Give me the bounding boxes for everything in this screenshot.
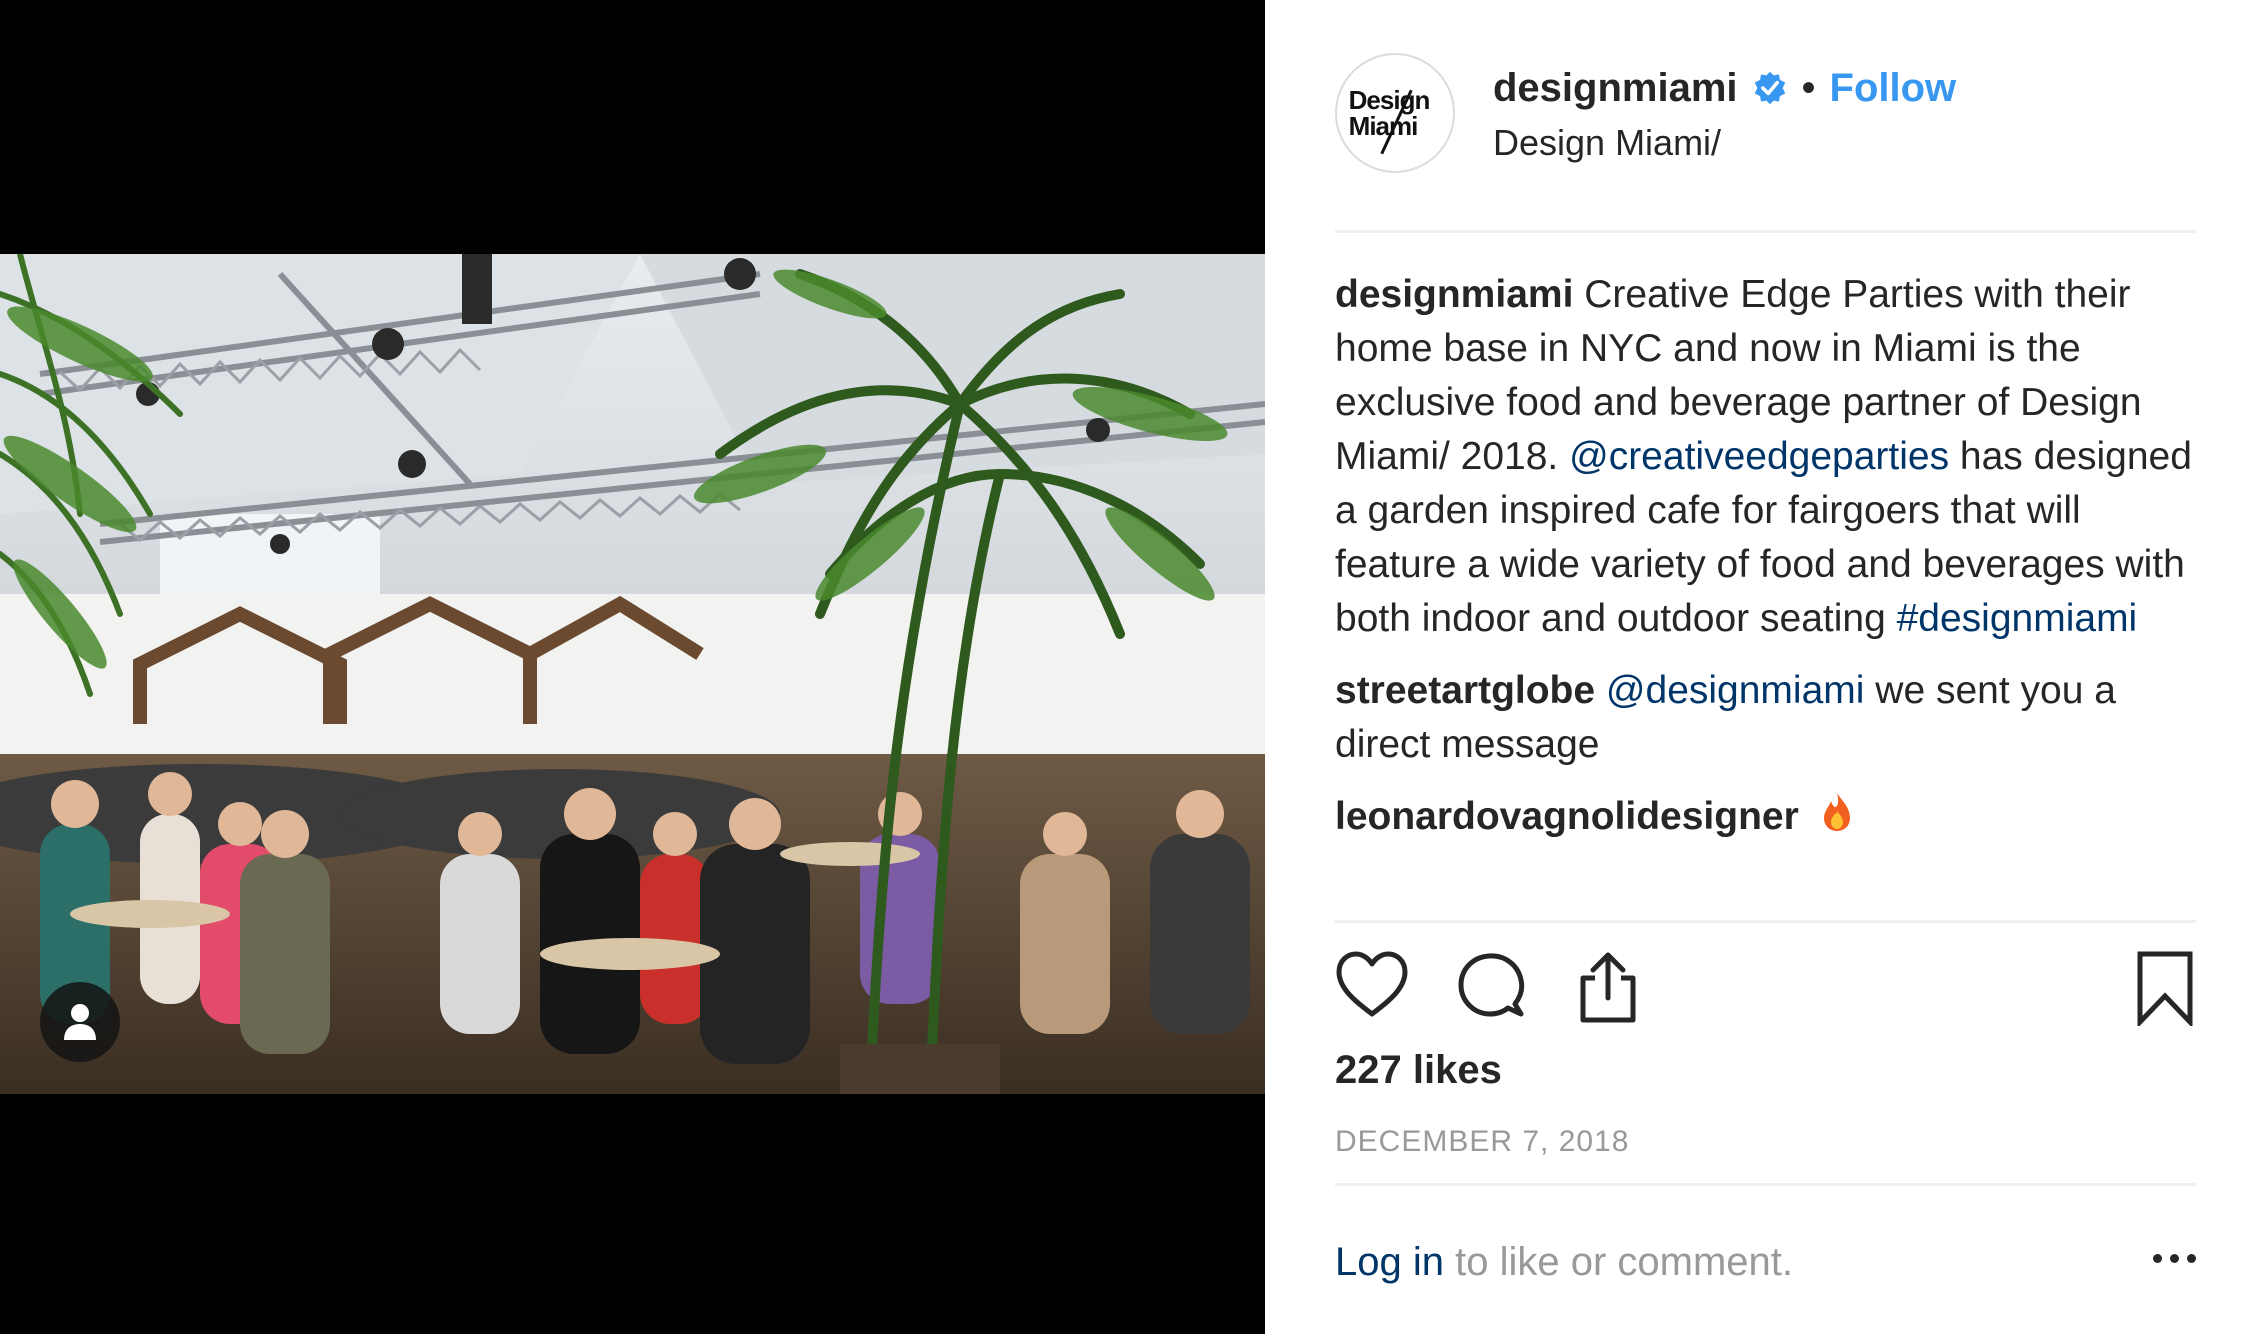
comments-divider <box>1335 920 2196 923</box>
comment-item: leonardovagnolidesigner <box>1335 790 2196 844</box>
login-prompt: Log in to like or comment. <box>1335 1240 2196 1285</box>
post-photo[interactable] <box>0 254 1265 1094</box>
likes-count[interactable]: 227 likes <box>1335 1048 1502 1093</box>
header-separator: • <box>1801 66 1816 110</box>
caption-mention[interactable]: @creativeedgeparties <box>1569 435 1949 478</box>
person-icon <box>64 1004 96 1040</box>
heart-icon <box>1336 951 1408 1017</box>
post-photo-illustration <box>0 254 1265 1094</box>
media-pane <box>0 0 1265 1334</box>
user-tag-button[interactable] <box>40 982 120 1062</box>
comment-icon <box>1458 953 1525 1017</box>
like-button[interactable] <box>1335 950 1409 1025</box>
user-row: designmiami • Follow <box>1493 62 1956 114</box>
caption-username[interactable]: designmiami <box>1335 273 1573 316</box>
avatar[interactable]: Design Miami <box>1335 53 1455 173</box>
save-button[interactable] <box>2134 950 2196 1031</box>
post-date[interactable]: DECEMBER 7, 2018 <box>1335 1125 1629 1159</box>
header-divider <box>1335 230 2196 233</box>
login-link[interactable]: Log in <box>1335 1240 1444 1284</box>
comment-item: streetartglobe @designmiami we sent you … <box>1335 664 2196 772</box>
comment-button[interactable] <box>1455 950 1527 1027</box>
comment-username[interactable]: streetartglobe <box>1335 669 1595 712</box>
header-username[interactable]: designmiami <box>1493 66 1738 111</box>
bookmark-icon <box>2137 951 2193 1029</box>
header-subtitle[interactable]: Design Miami/ <box>1493 122 1956 164</box>
footer-divider <box>1335 1183 2196 1186</box>
comment-username[interactable]: leonardovagnolidesigner <box>1335 795 1799 838</box>
verified-badge-icon <box>1754 71 1785 105</box>
login-suffix: to like or comment. <box>1443 1240 1793 1284</box>
caption: designmiami Creative Edge Parties with t… <box>1335 268 2196 646</box>
fire-icon <box>1823 793 1850 831</box>
share-icon <box>1580 952 1636 1023</box>
comment-mention[interactable]: @designmiami <box>1606 669 1865 712</box>
header-text: designmiami • Follow Design Miami/ <box>1493 62 1956 164</box>
post-header: Design Miami designmiami • Follow Design… <box>1335 52 2196 174</box>
share-button[interactable] <box>1575 950 1641 1031</box>
follow-button[interactable]: Follow <box>1830 66 1957 111</box>
comments-area: designmiami Creative Edge Parties with t… <box>1335 268 2196 844</box>
avatar-logo: Design Miami <box>1348 85 1431 139</box>
more-options-icon[interactable] <box>2153 1254 2196 1263</box>
avatar-logo-line1: Design <box>1348 85 1431 115</box>
caption-hashtag[interactable]: #designmiami <box>1897 597 2138 640</box>
post-sidebar: Design Miami designmiami • Follow Design… <box>1265 0 2266 1334</box>
action-bar <box>1335 950 2196 1030</box>
